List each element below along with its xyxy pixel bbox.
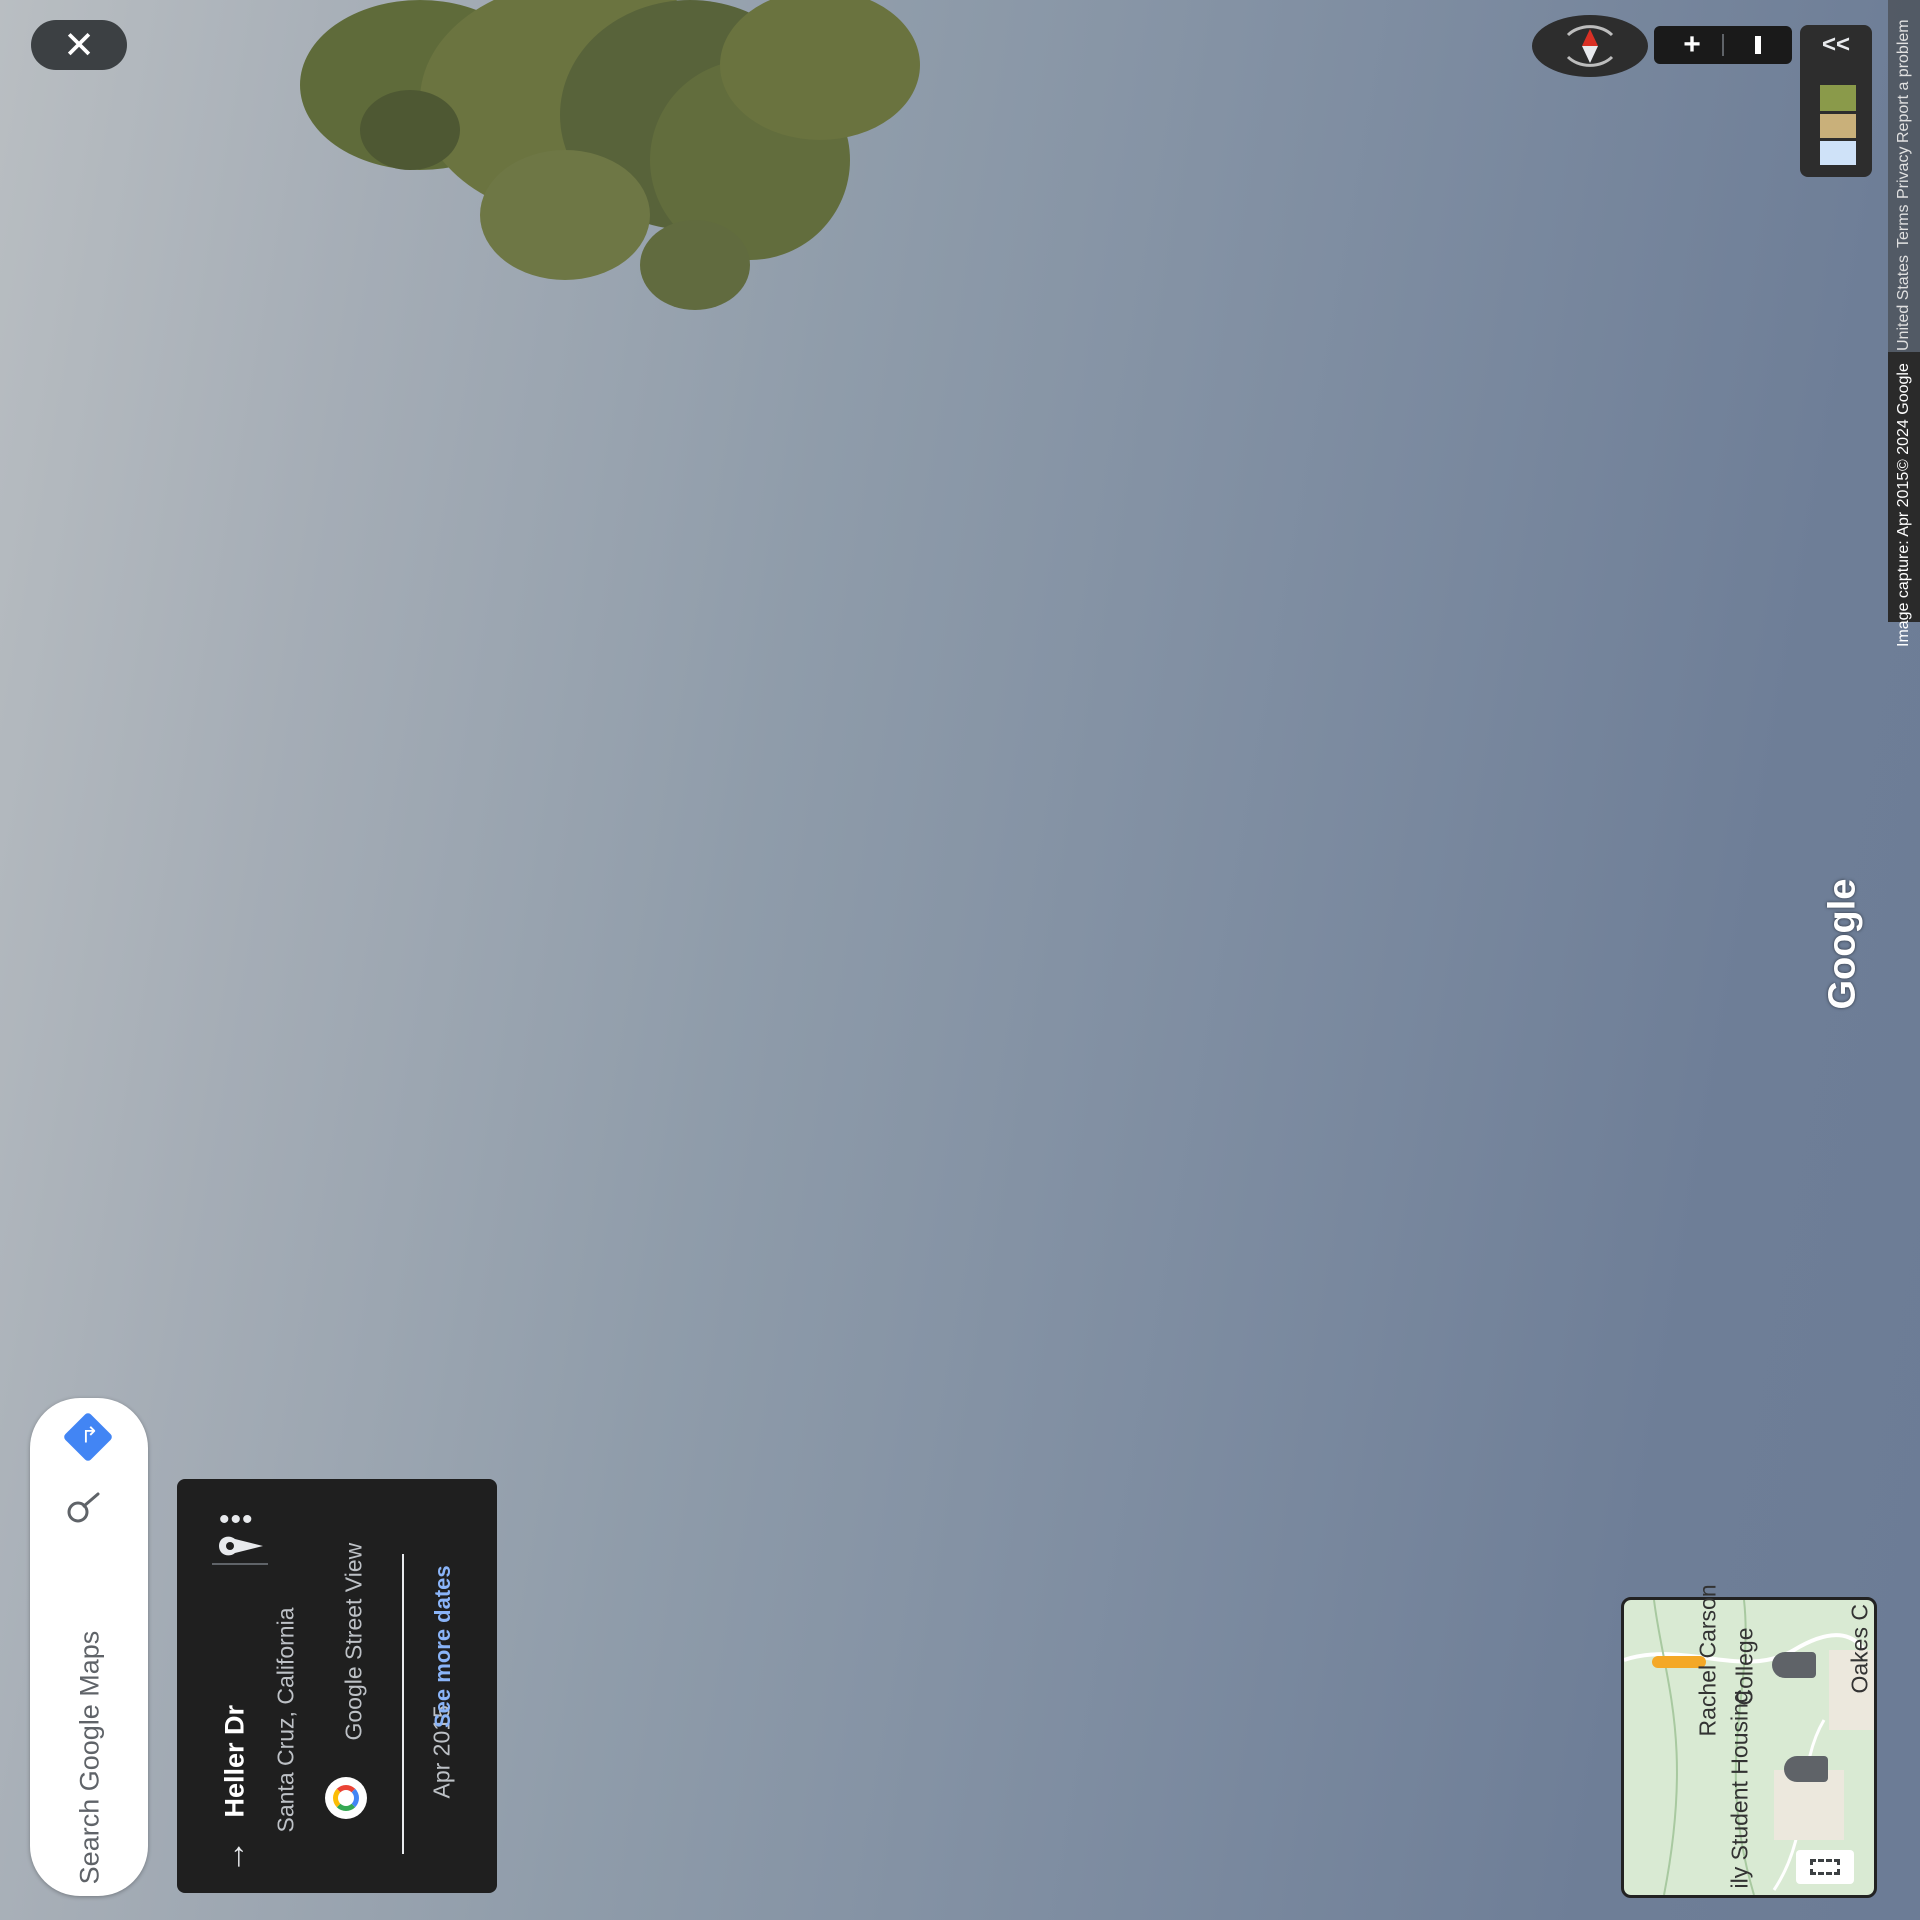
date-underline	[402, 1554, 404, 1854]
map-label-oakes: Oakes C	[1846, 1604, 1873, 1694]
image-capture-text: Image capture: Apr 2015	[1895, 471, 1912, 647]
thumbnail-tree[interactable]	[1820, 85, 1856, 111]
zoom-divider	[1722, 34, 1724, 56]
google-watermark: Google	[1821, 878, 1864, 1010]
zoom-out-button[interactable]	[1738, 26, 1778, 64]
location-pin-icon[interactable]	[215, 1531, 267, 1566]
fullscreen-icon[interactable]	[1796, 1850, 1854, 1884]
place-pin-icon-2[interactable]	[1784, 1756, 1828, 1782]
zoom-control: +	[1654, 26, 1792, 64]
map-label-housing: ily Student Housing	[1726, 1690, 1753, 1889]
close-button[interactable]: ✕	[31, 20, 127, 70]
copyright-text: © 2024 Google	[1895, 363, 1912, 471]
street-name: Heller Dr	[219, 1704, 250, 1818]
thumbnail-road[interactable]	[1820, 114, 1856, 138]
source-label: Google Street View	[340, 1542, 367, 1741]
thumbnail-sky[interactable]	[1820, 141, 1856, 165]
see-more-dates-link[interactable]: See more dates	[430, 1565, 456, 1728]
city-name: Santa Cruz, California	[272, 1607, 299, 1833]
close-icon: ✕	[63, 24, 95, 67]
place-pin-icon[interactable]	[1772, 1652, 1816, 1678]
terms-link[interactable]: Terms	[1895, 198, 1913, 248]
compass-control[interactable]	[1532, 15, 1648, 77]
photo-layers-panel: <<	[1800, 25, 1872, 177]
google-logo	[325, 1777, 367, 1819]
compass-icon	[1566, 25, 1614, 67]
back-arrow-icon[interactable]: →	[215, 1840, 254, 1874]
zoom-in-button[interactable]: +	[1672, 26, 1712, 64]
region-link[interactable]: United States	[1895, 251, 1913, 351]
privacy-link[interactable]: Privacy	[1895, 129, 1913, 199]
directions-icon[interactable]: ↱	[62, 1411, 114, 1463]
report-problem-link[interactable]: Report a problem	[1895, 0, 1913, 143]
search-icon[interactable]	[64, 1486, 104, 1526]
map-label-rachel-carson: Rachel Carson	[1694, 1584, 1721, 1737]
divider	[212, 1563, 268, 1565]
collapse-button[interactable]: <<	[1800, 31, 1872, 59]
search-input[interactable]: Search Google Maps	[75, 1628, 106, 1888]
